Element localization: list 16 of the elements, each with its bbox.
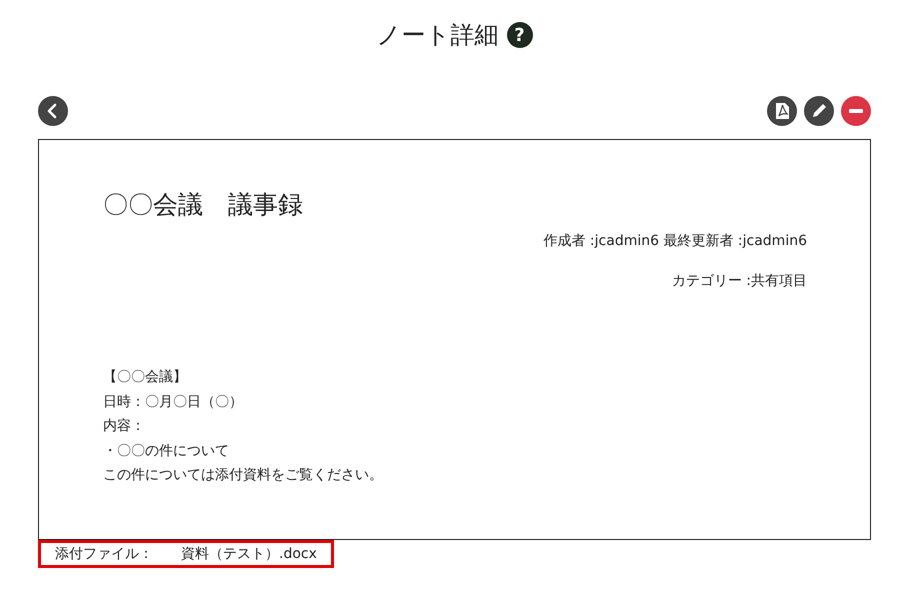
page-title: ノート詳細 [376, 20, 498, 51]
remove-icon[interactable] [841, 96, 871, 126]
body-line: ・〇〇の件について [103, 442, 230, 460]
note-title: 〇〇会議 議事録 [103, 189, 304, 221]
pdf-document-icon[interactable] [767, 96, 797, 126]
meta-text: 作成者 :jcadmin6 最終更新者 :jcadmin6 [542, 232, 807, 251]
body-line: この件については添付資料をご覧ください。 [103, 466, 384, 485]
pencil-icon[interactable] [804, 96, 834, 126]
body-line: 【〇〇会議】 [103, 368, 188, 387]
body-line: 内容： [103, 417, 146, 436]
meta-text: カテゴリー :共有項目 [670, 272, 807, 291]
attachment-file-link[interactable]: 資料（テスト）.docx [181, 545, 317, 563]
attachment-label: 添付ファイル： [55, 545, 153, 563]
back-icon[interactable] [38, 96, 68, 126]
body-line: 日時：〇月〇日（〇） [103, 392, 244, 412]
help-icon[interactable]: ? [506, 22, 532, 48]
